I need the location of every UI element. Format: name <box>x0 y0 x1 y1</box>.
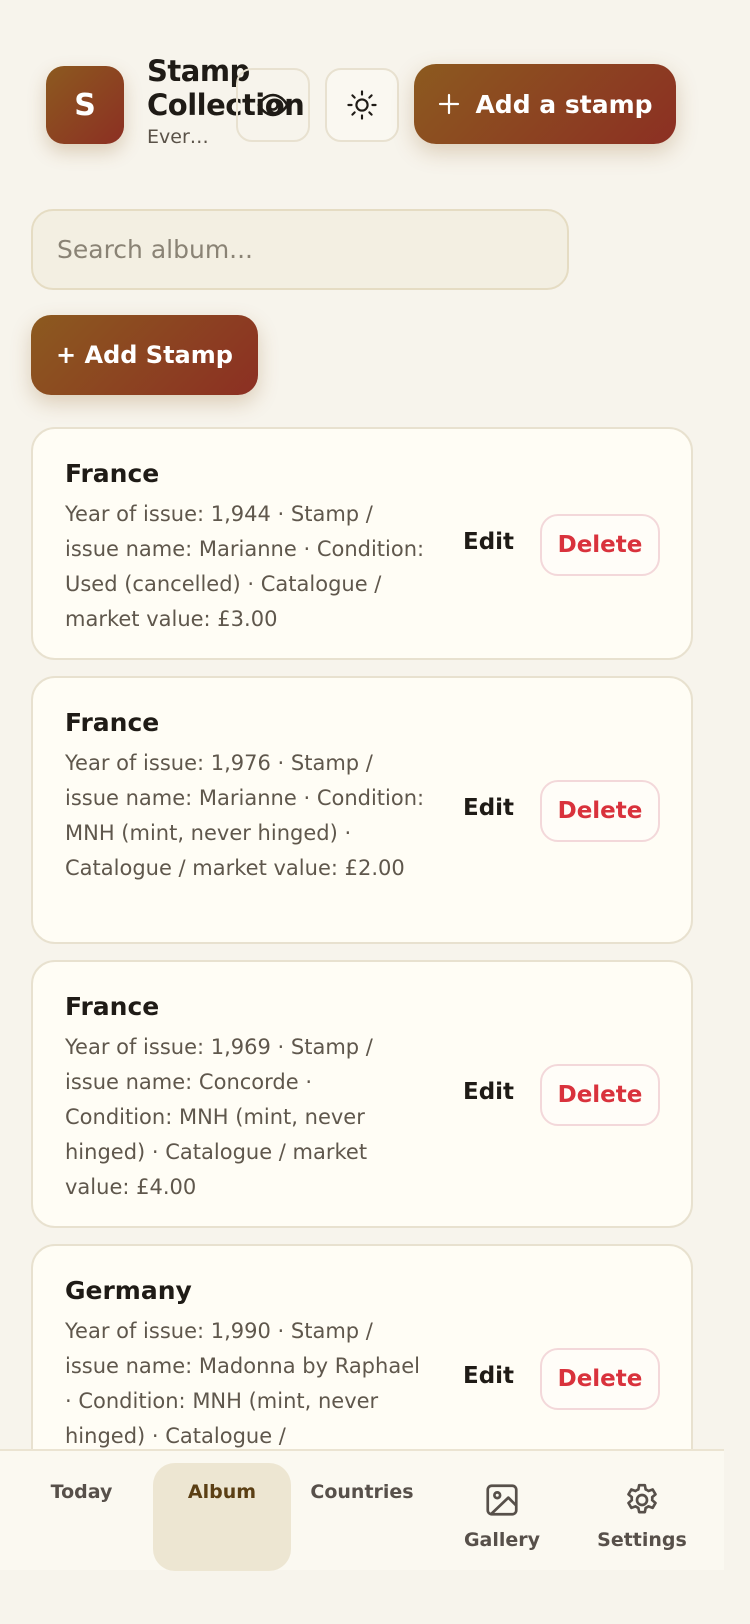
nav-countries[interactable]: Countries <box>296 1451 428 1570</box>
nav-album[interactable]: Album <box>153 1451 291 1570</box>
stamp-card: France Year of issue: 1,944 · Stamp / is… <box>31 427 693 660</box>
gallery-icon <box>486 1484 518 1516</box>
stamp-details: Year of issue: 1,990 · Stamp / issue nam… <box>65 1319 420 1448</box>
delete-button[interactable]: Delete <box>540 1348 660 1410</box>
nav-today[interactable]: Today <box>20 1451 143 1570</box>
add-stamp-button[interactable]: + Add Stamp <box>31 315 258 395</box>
nav-gallery-label: Gallery <box>463 1529 541 1551</box>
delete-button[interactable]: Delete <box>540 1064 660 1126</box>
add-a-stamp-button[interactable]: Add a stamp <box>414 64 676 144</box>
nav-settings[interactable]: Settings <box>580 1451 704 1570</box>
stamp-country: France <box>65 708 160 737</box>
stamp-country: Germany <box>65 1276 192 1305</box>
stamp-details: Year of issue: 1,969 · Stamp / issue nam… <box>65 1035 373 1199</box>
nav-gallery[interactable]: Gallery <box>440 1451 564 1570</box>
settings-icon <box>627 1483 657 1514</box>
app-logo: S <box>46 66 124 144</box>
delete-button[interactable]: Delete <box>540 780 660 842</box>
stamp-details: Year of issue: 1,944 · Stamp / issue nam… <box>65 502 425 631</box>
sun-icon <box>347 90 377 120</box>
stamp-card: France Year of issue: 1,969 · Stamp / is… <box>31 960 693 1228</box>
stamp-details: Year of issue: 1,976 · Stamp / issue nam… <box>65 751 425 880</box>
stamp-card: France Year of issue: 1,976 · Stamp / is… <box>31 676 693 944</box>
app-subtitle: Ever… <box>147 126 209 148</box>
edit-button[interactable]: Edit <box>463 795 514 821</box>
nav-album-label: Album <box>187 1481 257 1503</box>
nav-today-label: Today <box>50 1481 113 1503</box>
stamp-country: France <box>65 459 160 488</box>
add-a-stamp-label: Add a stamp <box>475 89 653 119</box>
nav-countries-label: Countries <box>310 1481 414 1503</box>
edit-button[interactable]: Edit <box>463 1079 514 1105</box>
app-header: S Stamp Collection Ever… Add a stamp <box>0 0 724 190</box>
plus-icon <box>439 93 460 115</box>
visibility-toggle-button[interactable] <box>236 68 310 142</box>
eye-icon <box>257 93 289 117</box>
stamp-country: France <box>65 992 160 1021</box>
edit-button[interactable]: Edit <box>463 529 514 555</box>
theme-toggle-button[interactable] <box>325 68 399 142</box>
edit-button[interactable]: Edit <box>463 1363 514 1389</box>
search-input[interactable]: Search album... <box>31 209 569 290</box>
delete-button[interactable]: Delete <box>540 514 660 576</box>
nav-settings-label: Settings <box>597 1529 687 1551</box>
bottom-nav: Today Album Countries Gallery Settings <box>0 1449 724 1571</box>
